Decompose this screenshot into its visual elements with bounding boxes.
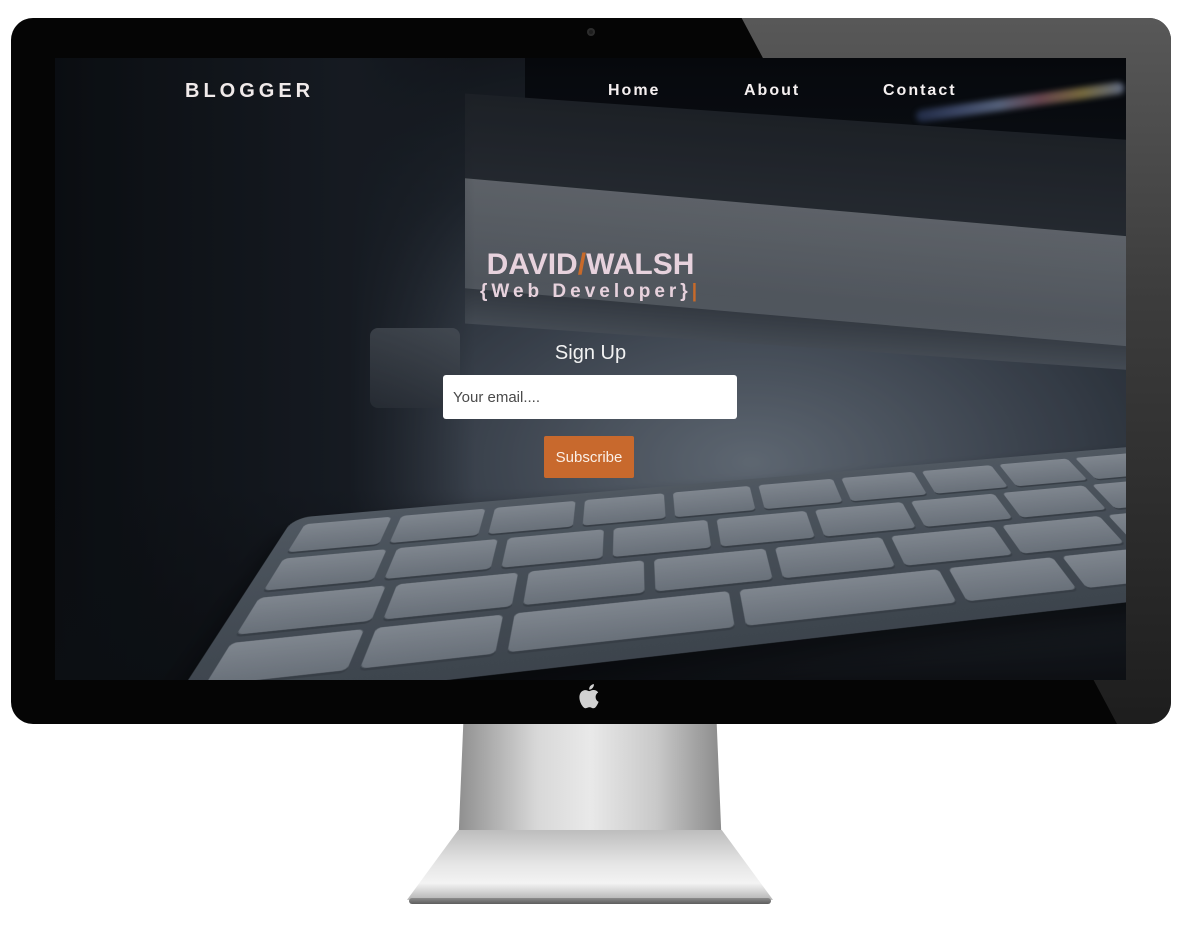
- apple-logo-icon: [579, 684, 599, 709]
- hero-role: {Web Developer}|: [55, 281, 1126, 303]
- screen-dim-overlay: [55, 58, 1126, 680]
- hero-role-text: {Web Developer}: [479, 281, 692, 302]
- subscribe-button[interactable]: Subscribe: [544, 436, 634, 478]
- monitor-stand-edge: [409, 898, 771, 904]
- hero-last-name: WALSH: [586, 248, 695, 281]
- nav-link-home[interactable]: Home: [608, 82, 660, 100]
- hero-first-name: DAVID: [486, 248, 578, 281]
- brand-logo[interactable]: BLOGGER: [185, 80, 314, 103]
- email-input[interactable]: [443, 375, 737, 419]
- hero-slash: /: [577, 248, 587, 281]
- nav-link-about[interactable]: About: [744, 82, 800, 100]
- monitor-frame: BLOGGER Home About Contact DAVID/WALSH {…: [11, 18, 1171, 724]
- screen: BLOGGER Home About Contact DAVID/WALSH {…: [55, 58, 1126, 680]
- monitor-stand-base: [407, 830, 773, 900]
- signup-heading: Sign Up: [554, 342, 627, 364]
- camera-icon: [587, 28, 595, 36]
- site-navbar: BLOGGER Home About Contact: [55, 58, 1126, 123]
- hero-name: DAVID/WALSH: [55, 248, 1126, 282]
- hero-text-cursor: |: [691, 281, 702, 302]
- nav-link-contact[interactable]: Contact: [883, 82, 957, 100]
